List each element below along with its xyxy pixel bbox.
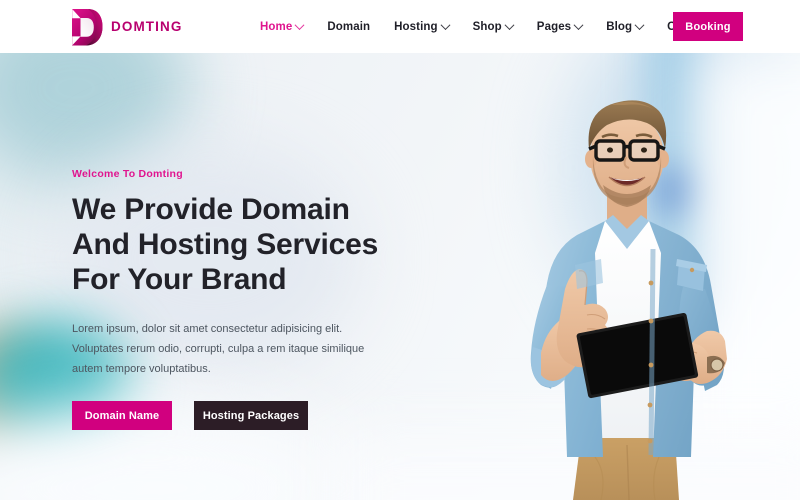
brand-logo[interactable]: DOMTING [68,0,182,53]
domting-d-logo-icon [68,7,104,47]
main-navigation: Home Domain Hosting Shop Pages Blog [248,0,723,53]
nav-label-blog: Blog [606,20,633,33]
hero-title-line-1: We Provide Domain [72,193,350,226]
hero-person-image [455,53,800,500]
hero-copy: Welcome To Domting We Provide Domain And… [72,168,402,430]
nav-label-pages: Pages [536,20,572,33]
hero-action-buttons: Domain Name Hosting Packages [72,401,402,430]
nav-item-home[interactable]: Home [248,0,315,53]
nav-item-pages[interactable]: Pages [525,0,594,53]
hero-section: Welcome To Domting We Provide Domain And… [0,53,800,500]
domain-name-button[interactable]: Domain Name [72,401,172,430]
nav-item-shop[interactable]: Shop [461,0,525,53]
hero-description: Lorem ipsum, dolor sit amet consectetur … [72,323,365,375]
chevron-down-icon [440,20,451,31]
hosting-packages-button[interactable]: Hosting Packages [194,401,308,430]
chevron-down-icon [294,20,305,31]
nav-label-home: Home [260,20,293,33]
hero-title: We Provide Domain And Hosting Services F… [72,192,402,297]
chevron-down-icon [504,20,515,31]
site-header: DOMTING Home Domain Hosting Shop Pages B… [0,0,800,53]
nav-item-hosting[interactable]: Hosting [382,0,461,53]
hero-title-line-2: And Hosting Services [72,228,379,261]
page-root: DOMTING Home Domain Hosting Shop Pages B… [0,0,800,500]
nav-item-domain[interactable]: Domain [315,0,382,53]
nav-label-domain: Domain [327,20,371,33]
nav-label-shop: Shop [472,20,502,33]
nav-item-blog[interactable]: Blog [594,0,655,53]
chevron-down-icon [634,20,645,31]
brand-name: DOMTING [111,19,183,34]
nav-label-hosting: Hosting [394,20,438,33]
hero-title-line-3: For Your Brand [72,263,287,296]
chevron-down-icon [573,20,584,31]
booking-button[interactable]: Booking [673,12,743,41]
hero-eyebrow: Welcome To Domting [72,168,183,180]
